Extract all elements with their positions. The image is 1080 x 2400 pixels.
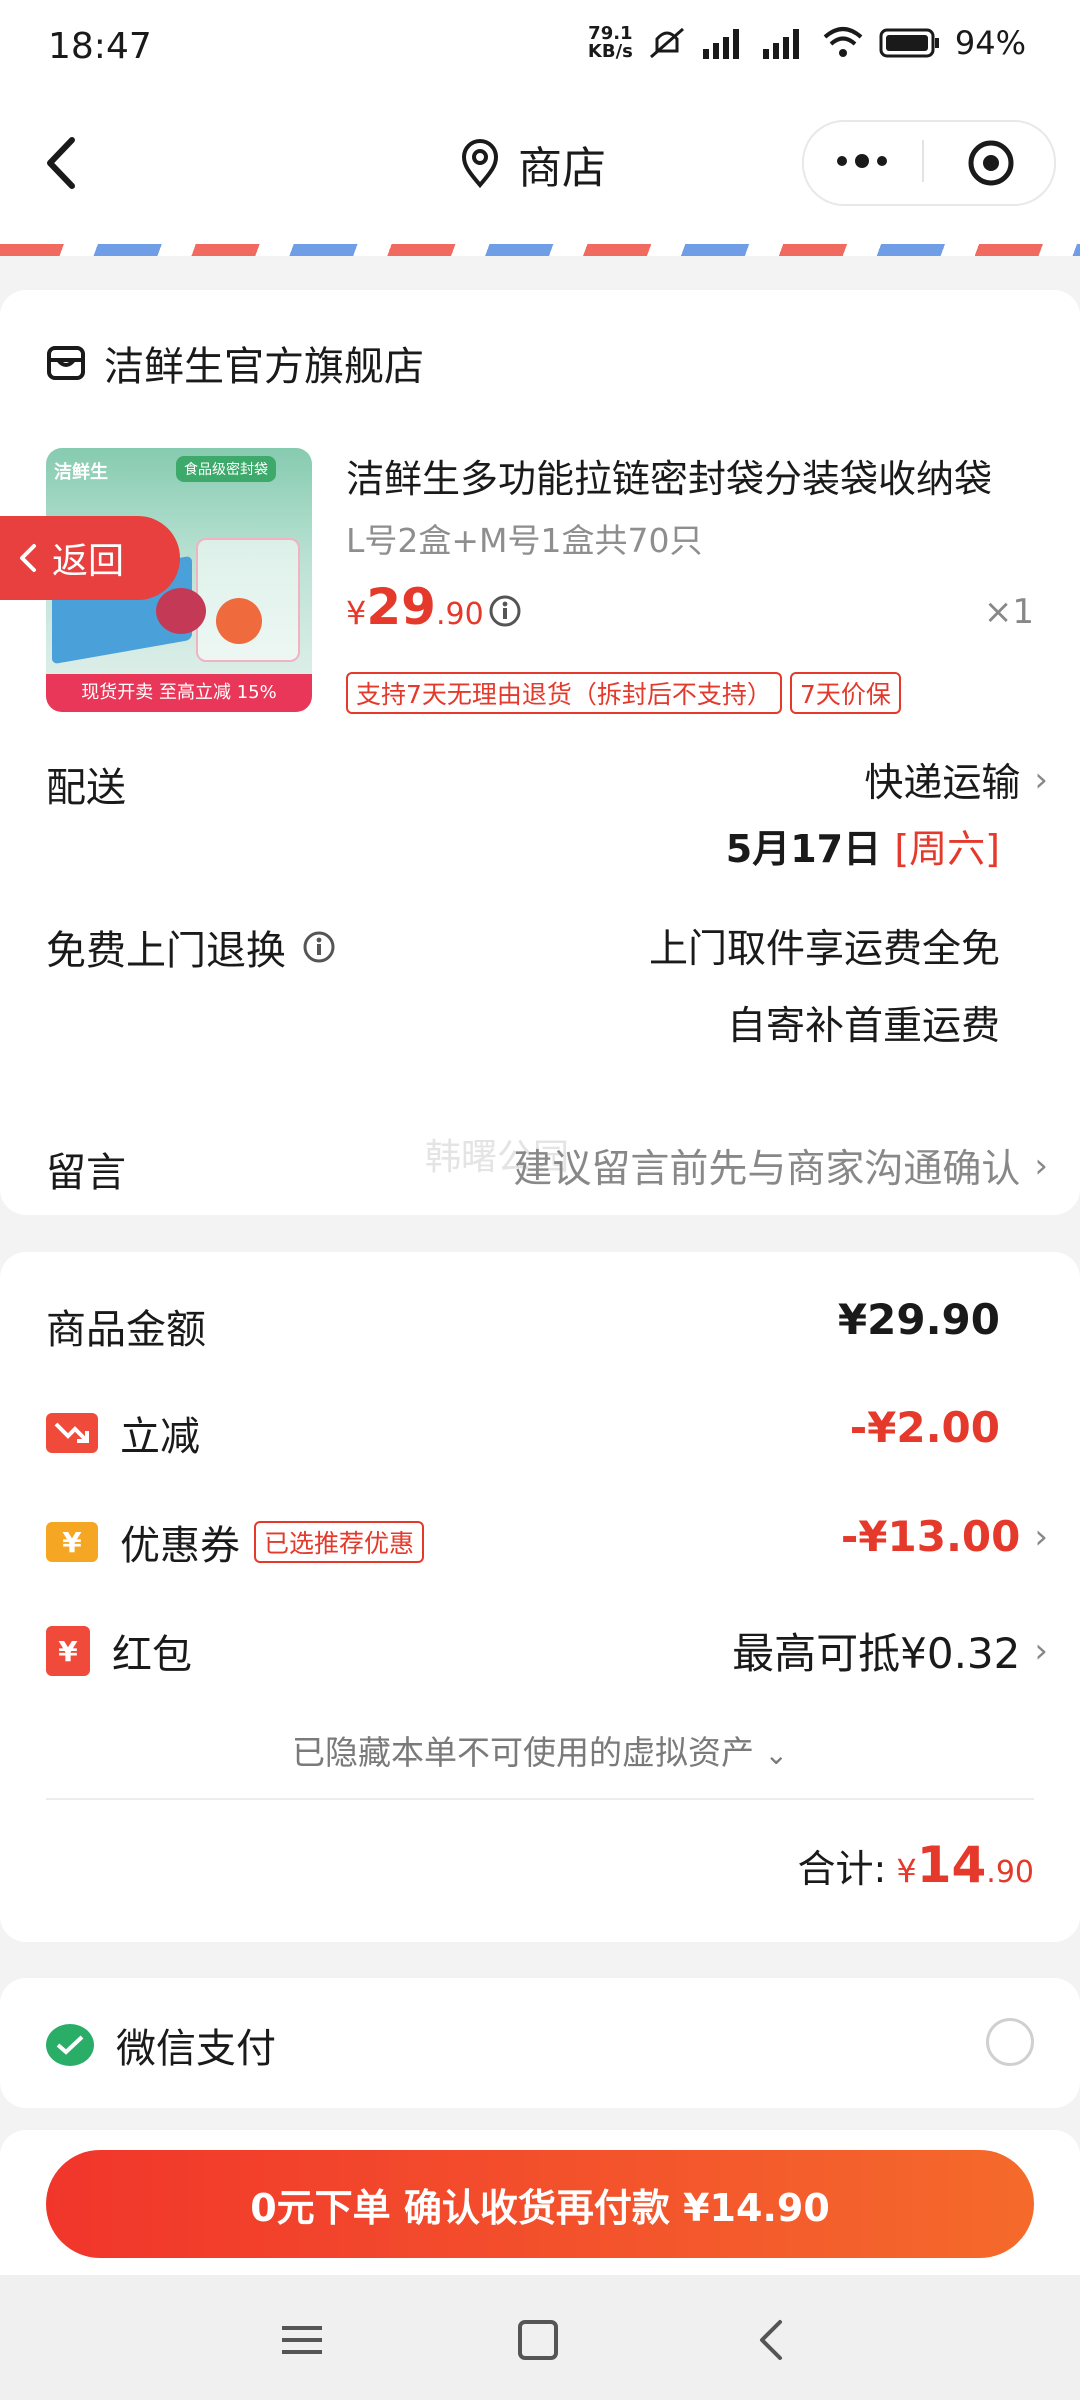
airmail-border (0, 244, 1080, 256)
delivery-date-text: 5月17日 (725, 827, 895, 871)
submit-order-button[interactable]: 0元下单 确认收货再付款 ¥14.90 (46, 2150, 1034, 2258)
net-speed: 79.1 KB/s (588, 25, 633, 61)
total-integer: 14 (916, 1836, 987, 1894)
coupon-value-text: -¥13.00 (840, 1512, 1021, 1561)
target-icon[interactable] (966, 138, 1016, 188)
return-row: 免费上门退换 (46, 918, 336, 976)
back-nav-icon[interactable] (742, 2310, 802, 2370)
redpacket-value[interactable]: 最高可抵¥0.32 › (732, 1620, 1048, 1681)
status-time: 18:47 (48, 26, 152, 67)
discount-row: 立减 (46, 1404, 200, 1462)
delivery-method-text: 快递运输 (864, 761, 1021, 806)
capsule-divider (922, 140, 924, 182)
product-quantity: ×1 (983, 592, 1034, 632)
delivery-label: 配送 (46, 765, 126, 811)
price-symbol: ¥ (346, 594, 367, 632)
price-decimal: .90 (435, 597, 484, 632)
product-image-brand: 洁鲜生 (54, 462, 108, 483)
red-packet-icon: ¥ (46, 1626, 90, 1676)
floating-back-label: 返回 (52, 541, 125, 582)
total-row: 合计: ¥ 14 .90 (798, 1836, 1034, 1894)
page-title-text: 商店 (518, 143, 606, 194)
battery-icon (879, 28, 939, 58)
delivery-date: 5月17日 [周六] (726, 818, 1000, 873)
hidden-assets-text: 已隐藏本单不可使用的虚拟资产 (292, 1733, 755, 1772)
hidden-assets-toggle[interactable]: 已隐藏本单不可使用的虚拟资产 ⌄ (0, 1726, 1080, 1774)
divider (46, 1798, 1034, 1800)
total-label: 合计: (797, 1847, 887, 1891)
wechat-pay-icon (46, 2024, 94, 2066)
service-tags: 支持7天无理由退货（拆封后不支持） 7天价保 (346, 672, 901, 714)
battery-level: 94% (954, 24, 1026, 62)
product-image-tag: 食品级密封袋 (176, 456, 276, 482)
discount-value: -¥2.00 (849, 1403, 1000, 1452)
message-input[interactable]: 建议留言前先与商家沟通确认 › (513, 1138, 1048, 1194)
store-row[interactable]: 洁鲜生官方旗舰店 (46, 334, 424, 392)
product-name[interactable]: 洁鲜生多功能拉链密封袋分装袋收纳袋 (346, 448, 1036, 503)
return-line-1: 上门取件享运费全免 (648, 927, 1000, 972)
redpacket-value-text: 最高可抵¥0.32 (732, 1629, 1021, 1678)
status-icons: 79.1 KB/s 94% (588, 24, 1026, 62)
product-image-banner: 现货开卖 至高立减 15% (46, 674, 312, 712)
location-pin-icon (461, 139, 499, 189)
net-speed-unit: KB/s (587, 41, 633, 62)
return-label: 免费上门退换 (46, 928, 286, 974)
redpacket-label: 红包 (112, 1632, 192, 1678)
menu-icon[interactable] (272, 2310, 332, 2370)
product-spec[interactable]: L号2盒+M号1盒共70只 (346, 514, 703, 562)
home-icon[interactable] (508, 2310, 568, 2370)
payment-radio[interactable] (986, 2018, 1034, 2066)
redpacket-row[interactable]: ¥ 红包 (46, 1622, 192, 1680)
discount-arrow-icon (46, 1413, 98, 1453)
coupon-tag: 已选推荐优惠 (254, 1521, 425, 1563)
chevron-right-icon: › (1034, 1630, 1048, 1671)
product-image-fruit (216, 598, 262, 644)
store-name: 洁鲜生官方旗舰店 (104, 344, 424, 390)
delivery-weekday: [周六] (894, 827, 1000, 871)
wechat-pay-label: 微信支付 (116, 2026, 276, 2072)
coupon-value[interactable]: -¥13.00 › (841, 1512, 1048, 1561)
signal-icon (702, 29, 739, 59)
page-title: 商店 (460, 132, 606, 196)
coupon-row[interactable]: ¥ 优惠券 已选推荐优惠 (46, 1513, 425, 1571)
chevron-down-icon: ⌄ (764, 1738, 788, 1771)
chevron-left-icon (20, 544, 36, 572)
info-icon[interactable] (488, 594, 522, 628)
message-label: 留言 (46, 1150, 126, 1196)
delivery-method[interactable]: 快递运输 › (864, 752, 1048, 808)
signal-icon (762, 29, 799, 59)
floating-back-button[interactable]: 返回 (0, 516, 180, 600)
price-integer: 29 (366, 578, 436, 636)
amount-label: 商品金额 (46, 1307, 206, 1353)
product-image-fruit (156, 588, 206, 634)
wechat-pay-option[interactable]: 微信支付 (46, 2016, 276, 2074)
info-icon[interactable] (302, 930, 336, 964)
product-price: ¥ 29 .90 (346, 578, 484, 636)
mute-icon (649, 27, 684, 59)
total-decimal: .90 (986, 1855, 1034, 1890)
chevron-right-icon: › (1034, 1516, 1048, 1557)
message-placeholder: 建议留言前先与商家沟通确认 (513, 1147, 1021, 1192)
service-tag: 7天价保 (789, 672, 901, 714)
service-tag: 支持7天无理由退货（拆封后不支持） (346, 672, 782, 714)
total-symbol: ¥ (896, 1852, 917, 1890)
return-line-2: 自寄补首重运费 (726, 1004, 1000, 1049)
discount-label: 立减 (120, 1414, 200, 1460)
coupon-icon: ¥ (46, 1522, 98, 1562)
wifi-icon (823, 27, 863, 57)
chevron-right-icon: › (1034, 760, 1048, 800)
back-icon[interactable] (30, 128, 100, 198)
more-icon[interactable] (832, 146, 892, 176)
coupon-label: 优惠券 (120, 1523, 240, 1569)
store-icon (47, 346, 85, 380)
chevron-right-icon: › (1034, 1146, 1048, 1186)
amount-value: ¥29.90 (837, 1295, 1000, 1344)
